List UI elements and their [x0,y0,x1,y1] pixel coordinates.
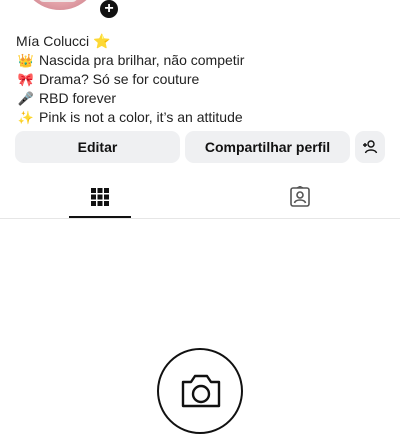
bio-text: RBD forever [39,90,117,106]
bio-line-name: Mía Colucci ⭐ [16,32,386,51]
add-story-badge[interactable]: + [98,0,120,20]
microphone-emoji-icon: 🎤 [17,91,35,106]
share-profile-button[interactable]: Compartilhar perfil [185,131,350,163]
avatar[interactable] [20,0,100,10]
avatar-wrap[interactable]: + [20,0,120,20]
tagged-person-icon [290,186,310,207]
camera-icon [181,374,221,408]
active-tab-indicator [69,216,131,218]
tab-posts[interactable] [40,176,160,218]
crown-emoji-icon: 👑 [17,53,35,68]
bio-line: ✨ Pink is not a color, it’s an attitude [16,108,386,127]
sparkles-emoji-icon: ✨ [17,110,35,125]
profile-tabs [0,176,400,219]
ribbon-emoji-icon: 🎀 [17,72,35,87]
bio-text: Drama? Só se for couture [39,71,200,87]
bio-line: 🎀 Drama? Só se for couture [16,70,386,89]
profile-actions: Editar Compartilhar perfil [15,131,385,163]
discover-people-button[interactable] [355,131,385,163]
grid-icon [91,188,109,206]
bio-line: 🎤 RBD forever [16,89,386,108]
add-person-icon [363,140,378,154]
bio-text: Pink is not a color, it’s an attitude [39,109,243,125]
profile-name: Mía Colucci ⭐ [16,33,111,49]
empty-state-camera [157,348,243,434]
bio-text: Nascida pra brilhar, não competir [39,52,245,68]
profile-bio: Mía Colucci ⭐ 👑 Nascida pra brilhar, não … [16,32,386,127]
tab-tagged[interactable] [240,176,360,218]
bio-line: 👑 Nascida pra brilhar, não competir [16,51,386,70]
edit-profile-button[interactable]: Editar [15,131,180,163]
